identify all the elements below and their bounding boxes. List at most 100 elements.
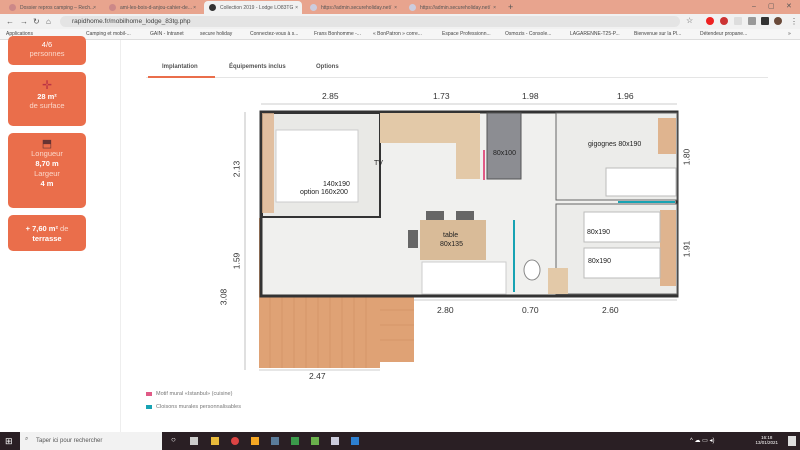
bookmark-item[interactable]: Connectez-vous à s... [250, 31, 298, 38]
reload-icon[interactable]: ↻ [33, 17, 40, 26]
surface-plan-icon: ✛ [41, 78, 53, 92]
system-tray-icons[interactable]: ^ ☁ ▭ ◂) [690, 437, 715, 444]
bookmark-item[interactable]: « BonPatron » corre... [373, 31, 422, 38]
dim-right: 1.80 [681, 148, 692, 166]
tab-title: Collection 2019 - Lodge LO83TG [220, 5, 294, 11]
cortana-icon[interactable]: ○ [171, 435, 179, 444]
tab-favicon-icon [109, 4, 116, 11]
more-bookmarks-icon[interactable]: » [788, 31, 791, 38]
app-icon[interactable] [351, 437, 359, 445]
table-size-label: 80x135 [440, 241, 463, 248]
tab-options[interactable]: Options [316, 64, 339, 70]
adblock-extension-icon[interactable] [720, 17, 728, 25]
length-value: 8,70 m [35, 159, 59, 168]
bookmark-item[interactable]: LAGARENNE-T25-P... [570, 31, 620, 38]
app-icon[interactable] [331, 437, 339, 445]
dim-right: 1.91 [681, 240, 692, 258]
tv-label: TV [374, 160, 383, 167]
dim-top: 2.85 [322, 91, 339, 101]
puzzle-extensions-icon[interactable] [761, 17, 769, 25]
tab-implantation[interactable]: Implantation [162, 64, 198, 70]
bookmark-item[interactable]: Osmozis - Console... [505, 31, 551, 38]
tab-title: Dossier repros camping – Rech... [20, 5, 95, 11]
box-3d-icon: ⬒ [41, 138, 53, 150]
dim-terrace: 2.47 [309, 371, 326, 381]
bookmark-item[interactable]: Détendeur propane... [700, 31, 747, 38]
bookmark-star-icon[interactable]: ☆ [686, 16, 693, 25]
tab-favicon-icon [310, 4, 317, 11]
taskbar-search-input[interactable]: ⌕ Taper ici pour rechercher [20, 432, 162, 450]
capacity-value: 4/6 [41, 40, 53, 49]
surface-label: de surface [29, 101, 65, 110]
close-tab-icon[interactable]: × [193, 5, 196, 11]
windows-taskbar: ⊞ ⌕ Taper ici pour rechercher ○ ^ ☁ ▭ ◂) … [0, 432, 800, 450]
tab-equipements[interactable]: Équipements inclus [229, 64, 286, 70]
forward-icon[interactable]: → [20, 17, 28, 26]
taskbar-clock[interactable]: 16:18 13/01/2021 [755, 435, 778, 445]
terrace-value: + 7,60 m² [25, 224, 58, 233]
dim-top: 1.73 [433, 91, 450, 101]
browser-tab[interactable]: ami-les-bois-d-anjou-cahier-de... × [104, 1, 200, 14]
cyan-swatch-icon [146, 404, 152, 409]
width-value: 4 m [40, 179, 54, 188]
app-icon[interactable] [311, 437, 319, 445]
task-view-icon[interactable] [190, 437, 198, 445]
minimize-icon[interactable]: – [752, 2, 756, 11]
dim-left: 2.13 [231, 160, 242, 178]
browser-tab-active[interactable]: Collection 2019 - Lodge LO83TG × [204, 1, 302, 14]
opera-extension-icon[interactable] [706, 17, 714, 25]
tab-title: https://admin.secureholiday.net/ [321, 5, 392, 11]
url-text: rapidhome.fr/mobilhome_lodge_83tg.php [72, 18, 191, 25]
menu-kebab-icon[interactable]: ⋮ [790, 17, 798, 26]
tab-title: ami-les-bois-d-anjou-cahier-de... [120, 5, 192, 11]
active-tab-underline [148, 76, 215, 78]
bookmark-item[interactable]: Frans Bonhomme -... [314, 31, 361, 38]
tab-title: https://admin.secureholiday.net/ [420, 5, 491, 11]
bookmark-item[interactable]: Camping et mobil-... [86, 31, 131, 38]
bookmark-item[interactable]: GAIN - Intranet [150, 31, 184, 38]
legend-item-cyan: Cloisons murales personnalisables [146, 404, 241, 410]
pink-swatch-icon [146, 391, 152, 396]
browser-tab[interactable]: Dossier repros camping – Rech... × [4, 1, 100, 14]
home-icon[interactable]: ⌂ [46, 17, 51, 26]
back-icon[interactable]: ← [6, 17, 14, 26]
content-panel [120, 40, 800, 432]
browser-tab-strip: Dossier repros camping – Rech... × ami-le… [0, 0, 800, 14]
browser-tab[interactable]: https://admin.secureholiday.net/× [404, 1, 500, 14]
browser-tab[interactable]: https://admin.secureholiday.net/× [305, 1, 401, 14]
app-icon[interactable] [251, 437, 259, 445]
url-input[interactable]: rapidhome.fr/mobilhome_lodge_83tg.php [60, 16, 680, 27]
dim-top: 1.98 [522, 91, 539, 101]
close-tab-icon[interactable]: × [394, 5, 397, 11]
table-label: table [443, 232, 459, 239]
bookmark-item[interactable]: Espace Professionn... [442, 31, 491, 38]
windows-start-icon[interactable]: ⊞ [5, 436, 13, 447]
capacity-label: personnes [29, 49, 65, 58]
length-label: Longueur [31, 149, 63, 158]
dim-bottom: 2.80 [437, 305, 454, 315]
master-bed-label: 140x190 [323, 181, 350, 188]
extension-icon[interactable] [734, 17, 742, 25]
tab-favicon-icon [409, 4, 416, 11]
close-window-icon[interactable]: ✕ [786, 2, 792, 11]
close-tab-icon[interactable]: × [93, 5, 96, 11]
extension-icon[interactable] [748, 17, 756, 25]
bookmark-item[interactable]: Bienvenue sur la Pl... [634, 31, 681, 38]
app-icon[interactable] [291, 437, 299, 445]
profile-avatar[interactable] [774, 17, 782, 25]
master-bed-option-label: option 160x200 [300, 189, 348, 196]
twin-bed-label: 80x190 [588, 258, 611, 265]
close-tab-icon[interactable]: × [295, 5, 298, 11]
new-tab-button[interactable]: + [508, 2, 513, 12]
address-bar-row: ← → ↻ ⌂ rapidhome.fr/mobilhome_lodge_83t… [0, 14, 800, 29]
file-explorer-icon[interactable] [211, 437, 219, 445]
close-tab-icon[interactable]: × [493, 5, 496, 11]
maximize-icon[interactable]: ▢ [768, 2, 775, 11]
app-icon[interactable] [271, 437, 279, 445]
chrome-icon[interactable] [231, 437, 239, 445]
notifications-icon[interactable] [788, 436, 796, 446]
bookmark-item[interactable]: secure holiday [200, 31, 232, 38]
date: 13/01/2021 [755, 440, 778, 445]
bookmarks-bar: Applications Camping et mobil-... GAIN -… [0, 29, 800, 40]
terrace-de: de [60, 224, 69, 233]
